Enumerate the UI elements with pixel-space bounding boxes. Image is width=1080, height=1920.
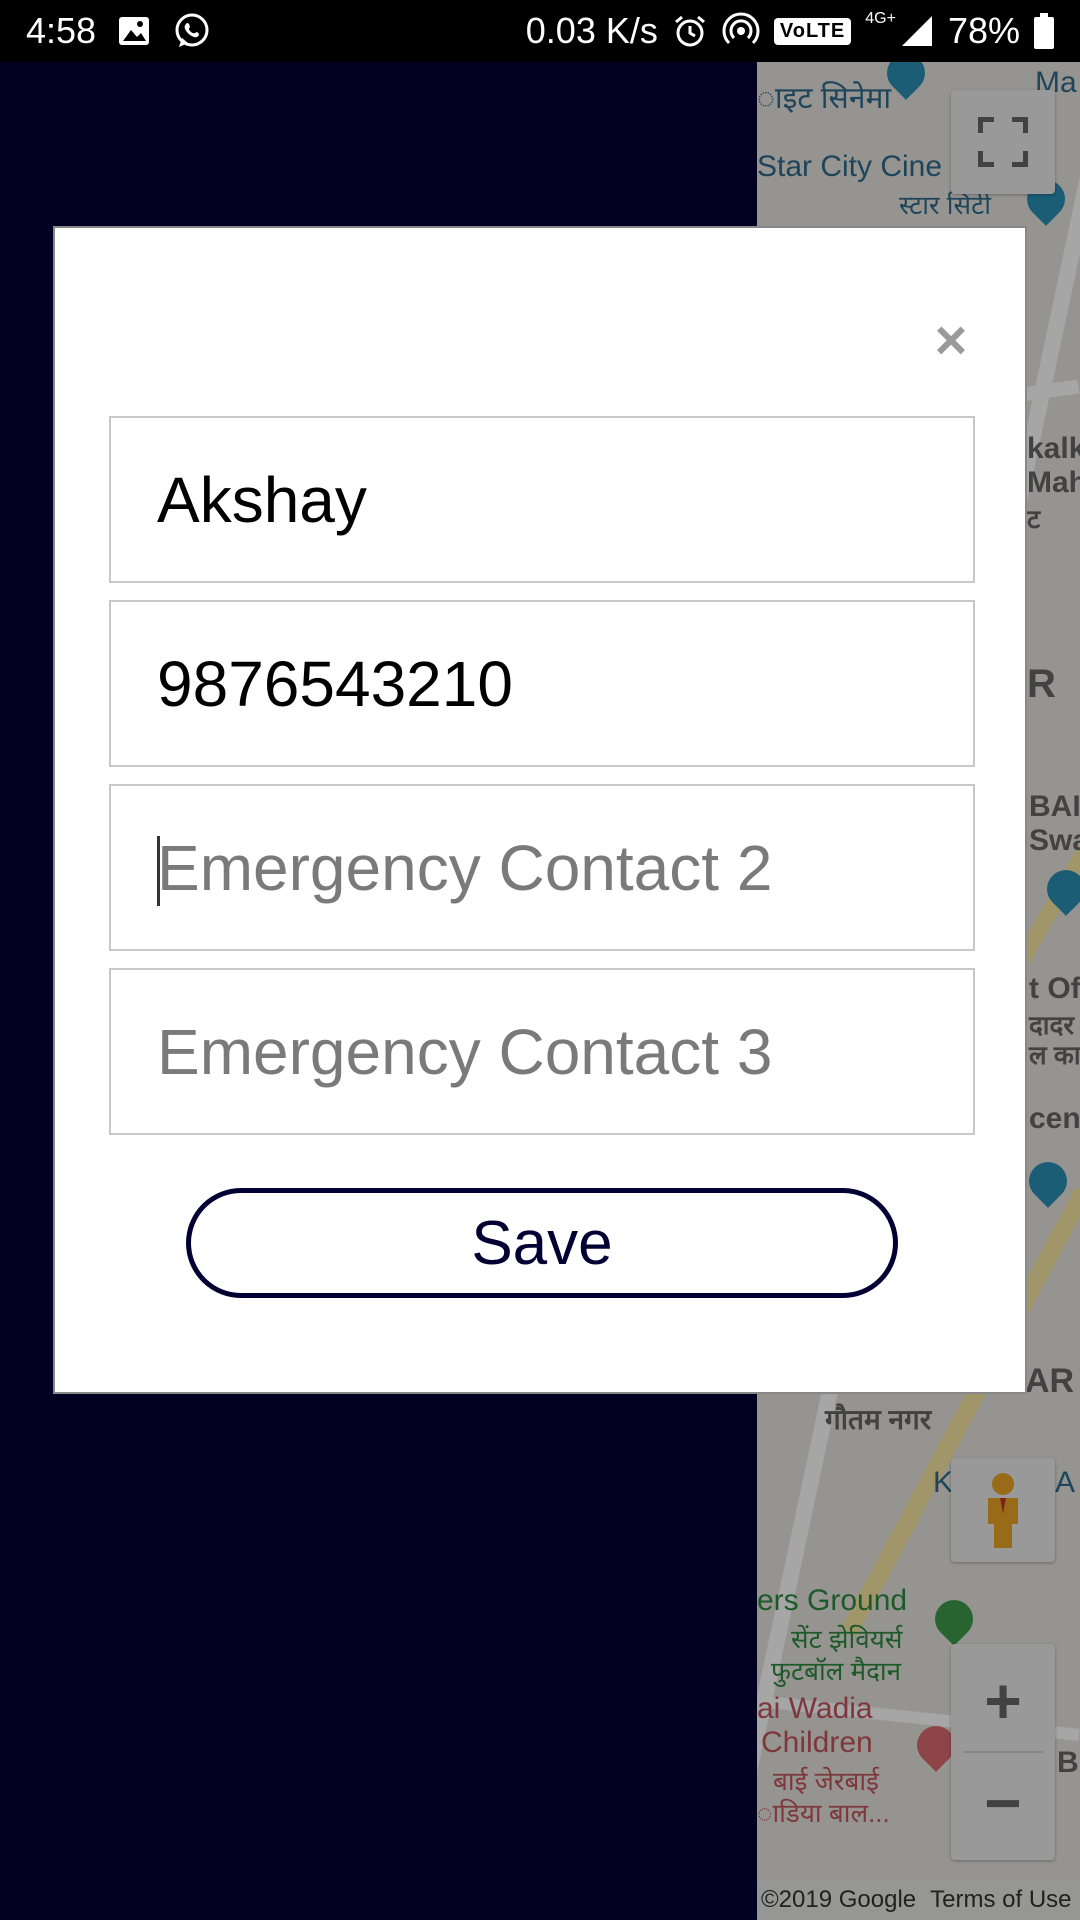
- signal-icon: [900, 14, 934, 48]
- name-input[interactable]: [157, 462, 973, 537]
- emergency-contact-3-field[interactable]: [109, 968, 975, 1135]
- volte-badge: VoLTE: [773, 17, 852, 45]
- close-icon: ×: [934, 308, 968, 371]
- status-bar: 4:58 0.03 K/s VoLTE 4G+ 78%: [0, 0, 1080, 62]
- emergency-contact-2-field[interactable]: [109, 784, 975, 951]
- text-cursor: [157, 836, 160, 906]
- name-field[interactable]: [109, 416, 975, 583]
- network-speed: 0.03 K/s: [525, 10, 658, 51]
- network-type: 4G+: [865, 10, 896, 27]
- whatsapp-icon: [172, 11, 212, 51]
- image-icon: [118, 16, 150, 46]
- emergency-contact-3-input[interactable]: [157, 1014, 973, 1089]
- battery-icon: [1034, 13, 1054, 49]
- clock: 4:58: [26, 10, 97, 51]
- emergency-contact-1-input[interactable]: [157, 646, 973, 721]
- battery-percent: 78%: [947, 10, 1020, 51]
- emergency-contact-1-field[interactable]: [109, 600, 975, 767]
- save-button[interactable]: Save: [186, 1188, 898, 1298]
- close-button[interactable]: ×: [929, 312, 973, 368]
- alarm-icon: [672, 13, 708, 49]
- emergency-contact-2-input[interactable]: [157, 830, 973, 905]
- hotspot-icon: [722, 12, 760, 50]
- emergency-contacts-modal: × Save: [53, 226, 1027, 1394]
